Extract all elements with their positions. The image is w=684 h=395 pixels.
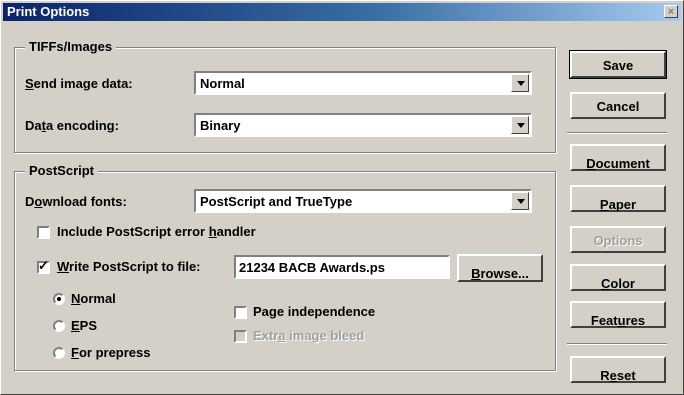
window-title: Print Options <box>7 4 90 19</box>
send-image-data-select[interactable]: Normal <box>194 71 532 95</box>
close-icon[interactable]: × <box>664 5 678 18</box>
tiffs-images-group: TIFFs/Images <box>14 39 556 153</box>
radio-for-prepress-label: For prepress <box>71 345 151 360</box>
chevron-down-icon[interactable] <box>511 74 529 92</box>
document-button[interactable]: Document <box>570 144 666 171</box>
radio-for-prepress[interactable] <box>53 347 65 359</box>
postscript-legend: PostScript <box>25 163 99 178</box>
page-independence-checkbox[interactable] <box>234 306 247 319</box>
write-to-file-checkbox[interactable]: ✓ <box>37 258 50 274</box>
radio-eps[interactable] <box>53 320 65 332</box>
reset-button[interactable]: Reset <box>570 356 666 383</box>
chevron-down-icon[interactable] <box>511 116 529 134</box>
button-separator <box>567 132 667 134</box>
extra-image-bleed-label: Extra image bleed <box>253 328 365 343</box>
extra-image-bleed-checkbox <box>234 330 247 343</box>
options-button: Options <box>570 226 666 253</box>
include-error-handler-checkbox[interactable] <box>37 226 50 239</box>
print-options-dialog: Print Options × TIFFs/Images Send image … <box>0 0 684 395</box>
download-fonts-label: Download fonts: <box>25 194 127 209</box>
download-fonts-select[interactable]: PostScript and TrueType <box>194 189 532 213</box>
radio-normal[interactable] <box>53 293 65 305</box>
send-image-data-value: Normal <box>200 76 245 91</box>
download-fonts-value: PostScript and TrueType <box>200 194 353 209</box>
paper-button[interactable]: Paper <box>570 185 666 212</box>
chevron-down-icon[interactable] <box>511 192 529 210</box>
color-button[interactable]: Color <box>570 264 666 291</box>
checkmark-icon: ✓ <box>38 258 49 273</box>
browse-button[interactable]: Browse... <box>457 254 543 282</box>
data-encoding-value: Binary <box>200 118 241 133</box>
features-button[interactable]: Features <box>570 301 666 328</box>
radio-normal-label: Normal <box>71 291 116 306</box>
write-to-file-label: Write PostScript to file: <box>57 259 201 274</box>
send-image-data-label: Send image data: <box>25 76 133 91</box>
include-error-handler-label: Include PostScript error handler <box>57 224 256 239</box>
file-name-input[interactable]: 21234 BACB Awards.ps <box>234 255 450 279</box>
data-encoding-select[interactable]: Binary <box>194 113 532 137</box>
save-button[interactable]: Save <box>569 50 667 79</box>
radio-eps-label: EPS <box>71 318 98 333</box>
file-name-value: 21234 BACB Awards.ps <box>239 260 385 275</box>
data-encoding-label: Data encoding: <box>25 118 119 133</box>
title-bar[interactable]: Print Options × <box>3 3 681 21</box>
page-independence-label: Page independence <box>253 304 376 319</box>
cancel-button[interactable]: Cancel <box>570 92 666 119</box>
button-separator <box>567 343 667 345</box>
tiffs-images-legend: TIFFs/Images <box>25 39 117 54</box>
